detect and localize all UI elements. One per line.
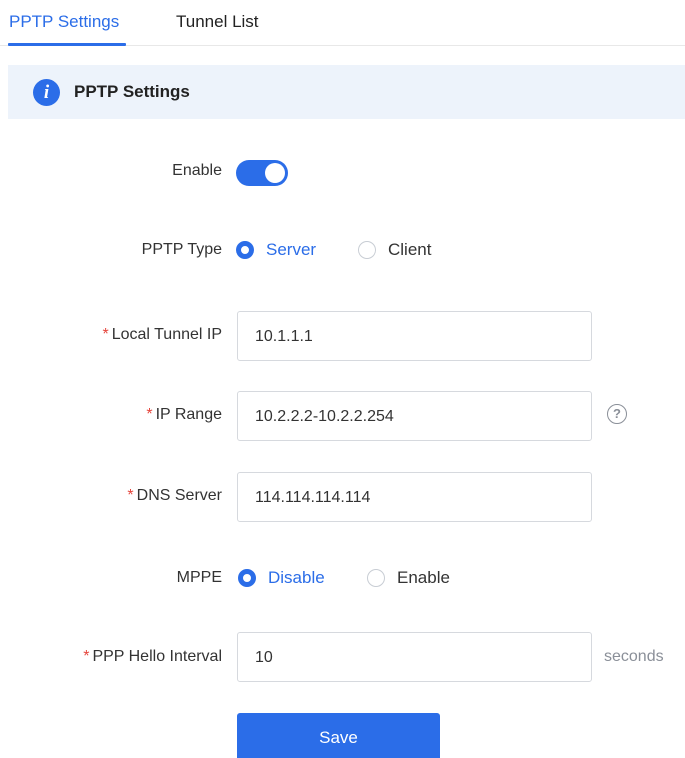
tab-pptp-settings[interactable]: PPTP Settings <box>9 11 119 33</box>
ip-range-value: 10.2.2.2-10.2.2.254 <box>255 408 394 425</box>
question-circle-icon[interactable]: ? <box>607 404 627 424</box>
section-title: PPTP Settings <box>74 82 190 101</box>
required-asterisk: * <box>102 326 109 343</box>
radio-unchecked-icon <box>358 241 376 259</box>
active-tab-indicator <box>8 43 126 46</box>
required-asterisk: * <box>146 406 153 423</box>
radio-unchecked-icon <box>367 569 385 587</box>
ip-range-input[interactable]: 10.2.2.2-10.2.2.254 <box>237 391 592 441</box>
radio-client-label: Client <box>388 240 432 259</box>
enable-toggle[interactable] <box>236 160 288 186</box>
dns-server-label: * DNS Server <box>127 486 222 506</box>
radio-mppe-disable-label: Disable <box>268 568 325 587</box>
pptp-type-radio-group: Server Client <box>236 239 456 261</box>
ppp-hello-interval-label: * PPP Hello Interval <box>83 647 222 667</box>
pptp-type-label: PPTP Type <box>141 241 222 258</box>
ppp-hello-interval-value: 10 <box>255 649 273 666</box>
radio-mppe-enable-label: Enable <box>397 568 450 587</box>
required-asterisk: * <box>127 487 134 504</box>
dns-server-label-text: DNS Server <box>136 487 222 504</box>
radio-mppe-enable[interactable]: Enable <box>367 567 467 589</box>
local-tunnel-ip-input[interactable]: 10.1.1.1 <box>237 311 592 361</box>
radio-client[interactable]: Client <box>358 239 453 261</box>
info-icon: i <box>33 79 60 106</box>
ip-range-label-text: IP Range <box>155 406 222 423</box>
local-tunnel-ip-label: * Local Tunnel IP <box>102 325 222 345</box>
radio-mppe-disable[interactable]: Disable <box>238 567 348 589</box>
local-tunnel-ip-label-text: Local Tunnel IP <box>111 326 222 343</box>
seconds-unit: seconds <box>604 648 664 665</box>
local-tunnel-ip-value: 10.1.1.1 <box>255 328 313 345</box>
ppp-hello-interval-input[interactable]: 10 <box>237 632 592 682</box>
dns-server-value: 114.114.114.114 <box>255 489 371 506</box>
tab-bar: PPTP Settings Tunnel List <box>0 0 685 46</box>
radio-checked-icon <box>238 569 256 587</box>
ip-range-label: * IP Range <box>146 405 222 425</box>
dns-server-input[interactable]: 114.114.114.114 <box>237 472 592 522</box>
save-button[interactable]: Save <box>237 713 440 758</box>
pptp-settings-page: PPTP Settings Tunnel List i PPTP Setting… <box>0 0 685 758</box>
radio-server-label: Server <box>266 240 317 259</box>
radio-server[interactable]: Server <box>236 239 336 261</box>
ppp-hello-interval-label-text: PPP Hello Interval <box>92 648 222 665</box>
radio-checked-icon <box>236 241 254 259</box>
tab-tunnel-list[interactable]: Tunnel List <box>176 11 259 33</box>
required-asterisk: * <box>83 648 90 665</box>
mppe-label: MPPE <box>176 569 222 586</box>
toggle-knob <box>265 163 285 183</box>
section-banner: i PPTP Settings <box>8 65 685 119</box>
mppe-radio-group: Disable Enable <box>236 567 476 589</box>
enable-label: Enable <box>172 162 222 179</box>
